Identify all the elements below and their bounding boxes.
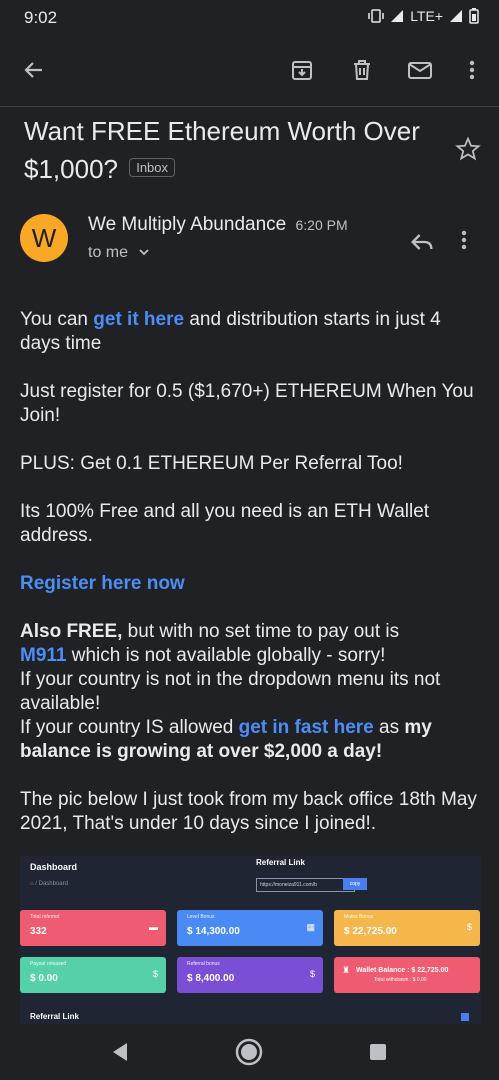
gift-icon: ▦	[306, 922, 315, 932]
inbox-label-badge[interactable]: Inbox	[129, 158, 176, 177]
m911-link[interactable]: M911	[20, 645, 66, 666]
body-text: as	[373, 717, 405, 738]
message-more-button[interactable]	[460, 228, 484, 256]
card-label: Referral bonus	[187, 961, 220, 967]
register-here-now-link[interactable]: Register here now	[20, 573, 185, 594]
card-matrix-bonus: Matrix Bonus $ 22,725.00 $	[334, 910, 480, 946]
body-bold-text: Also FREE,	[20, 621, 123, 642]
network-type: LTE+	[410, 8, 443, 24]
body-paragraph: You can get it here and distribution sta…	[20, 308, 482, 356]
reply-icon	[411, 234, 433, 250]
email-toolbar	[0, 36, 499, 107]
subject-text: Want FREE Ethereum Worth Over $1,000?	[24, 116, 420, 184]
card-label: Payout released	[30, 961, 67, 967]
dashboard-breadcrumb: ⌂ / Dashboard	[30, 881, 68, 887]
card-value: $ 22,725.00	[344, 926, 397, 937]
system-navigation-bar	[0, 1024, 499, 1080]
copy-button: copy	[343, 878, 367, 890]
back-button[interactable]	[20, 56, 48, 84]
more-vert-icon	[461, 230, 467, 250]
dashboard-title: Dashboard	[30, 862, 78, 872]
more-vert-icon	[469, 60, 475, 80]
body-text: but with no set time to pay out is	[122, 621, 400, 642]
signal-icon	[391, 10, 404, 22]
card-wallet-balance: ♜ Wallet Balance : $ 22,725.00 Total wit…	[334, 957, 480, 993]
dollar-icon: $	[152, 969, 158, 979]
recipient-text: to me	[88, 244, 129, 261]
chevron-down-icon	[139, 249, 150, 256]
status-icons: LTE+	[368, 8, 479, 24]
get-it-here-link[interactable]: get it here	[93, 309, 184, 330]
card-value: $ 8,400.00	[187, 973, 235, 984]
body-paragraph: Also FREE, but with no set time to pay o…	[20, 620, 482, 764]
card-label: Matrix Bonus	[344, 914, 374, 920]
star-icon	[455, 136, 481, 161]
body-text: You can	[20, 309, 94, 330]
arrow-left-icon	[24, 62, 42, 78]
card-label: Total referred	[30, 914, 60, 920]
status-bar: 9:02 LTE+	[0, 0, 499, 36]
card-level-bonus: Level Bonus $ 14,300.00 ▦	[177, 910, 323, 946]
referral-url-field: https://moneiza911.com/b	[256, 878, 355, 892]
card-total-referred: Total referred 332 ▬	[20, 910, 166, 946]
body-paragraph: Its 100% Free and all you need is an ETH…	[20, 501, 430, 546]
embedded-dashboard-image[interactable]: Dashboard ⌂ / Dashboard Referral Link ht…	[20, 856, 481, 1024]
body-paragraph: PLUS: Get 0.1 ETHEREUM Per Referral Too!	[20, 453, 403, 474]
body-paragraph: Just register for 0.5 ($1,670+) ETHEREUM…	[20, 381, 474, 426]
nav-back-icon	[113, 1043, 127, 1061]
reply-button[interactable]	[408, 228, 436, 256]
body-text: which is not available globally - sorry!	[66, 645, 386, 666]
star-button[interactable]	[455, 136, 481, 162]
total-withdrawn-text: Total withdrawn : $ 0.00	[374, 977, 427, 983]
delete-button[interactable]	[348, 56, 376, 84]
users-icon: ▬	[149, 922, 158, 932]
card-label: Level Bonus	[187, 914, 215, 920]
body-text: If your country is not in the dropdown m…	[20, 669, 441, 714]
wallet-balance-text: Wallet Balance : $ 22,725.00	[356, 967, 449, 974]
nav-recents-button[interactable]	[362, 1036, 394, 1068]
email-body: You can get it here and distribution sta…	[20, 308, 482, 860]
sender-avatar[interactable]: W	[20, 214, 68, 262]
mark-unread-button[interactable]	[406, 56, 434, 84]
body-paragraph: Register here now	[20, 572, 482, 596]
vibrate-icon	[368, 9, 384, 23]
card-referral-bonus: Referral bonus $ 8,400.00 $	[177, 957, 323, 993]
referral-link-title: Referral Link	[256, 858, 305, 867]
card-payout-released: Payout released $ 0.00 $	[20, 957, 166, 993]
battery-icon	[469, 8, 479, 24]
more-options-button[interactable]	[458, 56, 486, 84]
nav-back-button[interactable]	[104, 1036, 136, 1068]
dollar-icon: $	[309, 969, 315, 979]
trophy-icon: ♜	[342, 965, 351, 975]
email-subject: Want FREE Ethereum Worth Over $1,000? In…	[24, 112, 444, 188]
signal-icon-2	[450, 10, 462, 22]
card-value: $ 14,300.00	[187, 926, 240, 937]
sender-name: We Multiply Abundance	[88, 214, 287, 235]
email-time: 6:20 PM	[295, 217, 348, 233]
archive-button[interactable]	[288, 56, 316, 84]
card-value: $ 0.00	[30, 973, 58, 984]
nav-recents-icon	[370, 1044, 386, 1060]
body-paragraph: The pic below I just took from my back o…	[20, 789, 477, 834]
nav-home-button[interactable]	[233, 1036, 265, 1068]
mail-icon	[408, 62, 432, 79]
archive-icon	[292, 61, 312, 80]
sender-line[interactable]: We Multiply Abundance 6:20 PM	[88, 214, 348, 236]
recipient-toggle[interactable]: to me	[88, 244, 150, 262]
expand-icon	[461, 1013, 469, 1021]
body-text: If your country IS allowed	[20, 717, 239, 738]
status-time: 9:02	[24, 8, 58, 27]
referral-link-footer: Referral Link	[30, 1012, 79, 1021]
trash-icon	[354, 60, 370, 80]
card-value: 332	[30, 926, 47, 937]
get-in-fast-here-link[interactable]: get in fast here	[239, 717, 374, 738]
dollar-icon: $	[466, 922, 472, 932]
nav-home-icon	[235, 1038, 263, 1066]
